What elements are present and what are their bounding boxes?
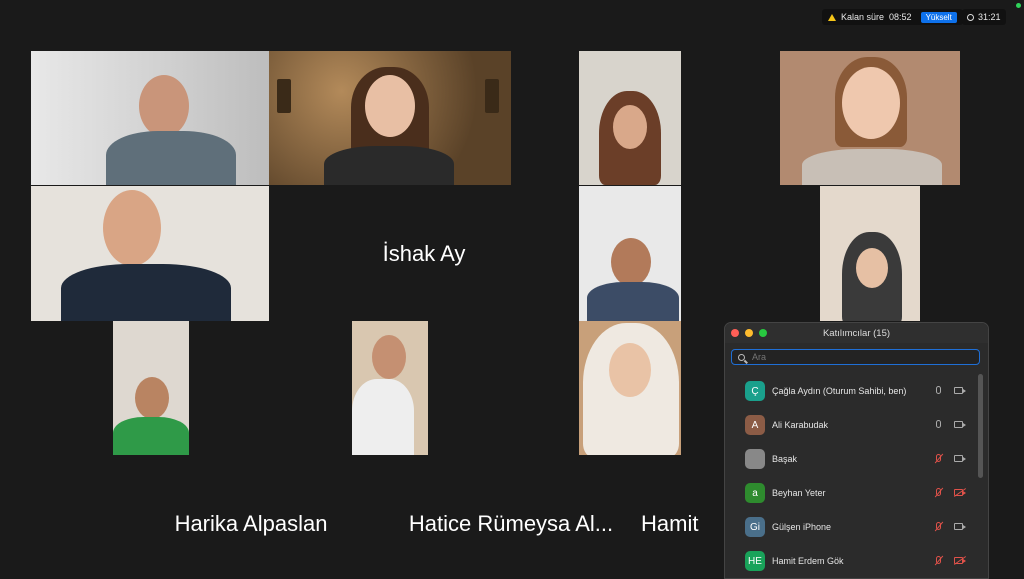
participant-name: Harika Alpaslan: [174, 511, 328, 536]
video-tile[interactable]: [352, 321, 428, 455]
camera-off-icon[interactable]: [954, 489, 966, 496]
avatar: Gi: [745, 517, 765, 537]
camera-icon[interactable]: [954, 455, 966, 462]
participant-search[interactable]: [731, 349, 980, 365]
microphone-muted-icon[interactable]: [936, 454, 941, 462]
participant-name: Hamit: [641, 511, 699, 536]
meeting-clock: 31:21: [962, 9, 1006, 25]
microphone-muted-icon[interactable]: [936, 522, 941, 530]
participant-list-scrollbar[interactable]: [978, 374, 983, 478]
microphone-icon[interactable]: [936, 386, 941, 394]
remaining-time-indicator[interactable]: Kalan süre 08:52 Yükselt: [822, 9, 963, 25]
video-tile[interactable]: [31, 51, 269, 185]
video-tile[interactable]: [579, 51, 681, 185]
avatar: A: [745, 415, 765, 435]
video-tile[interactable]: [820, 186, 920, 321]
microphone-muted-icon[interactable]: [936, 488, 941, 496]
camera-icon[interactable]: [954, 421, 966, 428]
panel-titlebar: Katılımcılar (15): [725, 323, 988, 343]
video-tile[interactable]: [579, 321, 681, 455]
participant-name: Ali Karabudak: [772, 420, 829, 430]
search-input[interactable]: [750, 351, 954, 363]
participant-name-tile[interactable]: Harika Alpaslan: [151, 491, 351, 557]
upgrade-button[interactable]: Yükselt: [920, 11, 957, 23]
active-speaker-video-tile[interactable]: [269, 51, 511, 185]
camera-off-icon[interactable]: [954, 557, 966, 564]
avatar: Ç: [745, 381, 765, 401]
participant-list: Ç Çağla Aydın (Oturum Sahibi, ben) A Ali Ka…: [725, 374, 975, 578]
meeting-clock-value: 31:21: [978, 12, 1001, 22]
participant-name: İshak Ay: [382, 240, 466, 266]
participant-name-tile[interactable]: Hamit: [641, 491, 721, 557]
clock-icon: [967, 13, 974, 21]
video-tile[interactable]: [113, 321, 189, 455]
avatar: a: [745, 483, 765, 503]
participants-panel: Katılımcılar (15) Ç Çağla Aydın (Oturum S…: [724, 322, 989, 579]
close-window-icon[interactable]: [731, 329, 739, 337]
camera-icon[interactable]: [954, 387, 966, 394]
participant-name: Hamit Erdem Gök: [772, 556, 844, 566]
video-tile[interactable]: [31, 186, 269, 321]
participant-name-tile[interactable]: İshak Ay: [269, 186, 579, 321]
video-tile[interactable]: [579, 186, 681, 321]
participant-name: Beyhan Yeter: [772, 488, 826, 498]
participant-row[interactable]: Gi Gülşen iPhone: [725, 510, 975, 544]
search-icon: [738, 353, 745, 361]
microphone-muted-icon[interactable]: [936, 556, 941, 564]
participant-name-tile[interactable]: Hatice Rümeysa Al...: [381, 491, 641, 557]
participant-row[interactable]: A Ali Karabudak: [725, 408, 975, 442]
recording-indicator-icon: [1016, 3, 1021, 8]
participant-row[interactable]: a Beyhan Yeter: [725, 476, 975, 510]
camera-icon[interactable]: [954, 523, 966, 530]
remaining-time-value: 08:52: [889, 12, 912, 22]
top-bar: Kalan süre 08:52 Yükselt 31:21: [0, 0, 1024, 34]
panel-title: Katılımcılar (15): [822, 327, 891, 339]
participant-row[interactable]: Ç Çağla Aydın (Oturum Sahibi, ben): [725, 374, 975, 408]
video-tile[interactable]: [780, 51, 960, 185]
remaining-time-label: Kalan süre: [841, 12, 885, 22]
participant-name: Hatice Rümeysa Al...: [408, 511, 614, 536]
participant-row[interactable]: Başak: [725, 442, 975, 476]
warning-icon: [828, 13, 836, 21]
participant-name: Gülşen iPhone: [772, 522, 832, 532]
participant-row[interactable]: HE Hamit Erdem Gök: [725, 544, 975, 578]
avatar: HE: [745, 551, 765, 571]
microphone-icon[interactable]: [936, 420, 941, 428]
minimize-window-icon[interactable]: [745, 329, 753, 337]
participant-name: Çağla Aydın (Oturum Sahibi, ben): [772, 386, 907, 396]
participant-name: Başak: [772, 454, 798, 464]
maximize-window-icon[interactable]: [759, 329, 767, 337]
avatar: [745, 449, 765, 469]
